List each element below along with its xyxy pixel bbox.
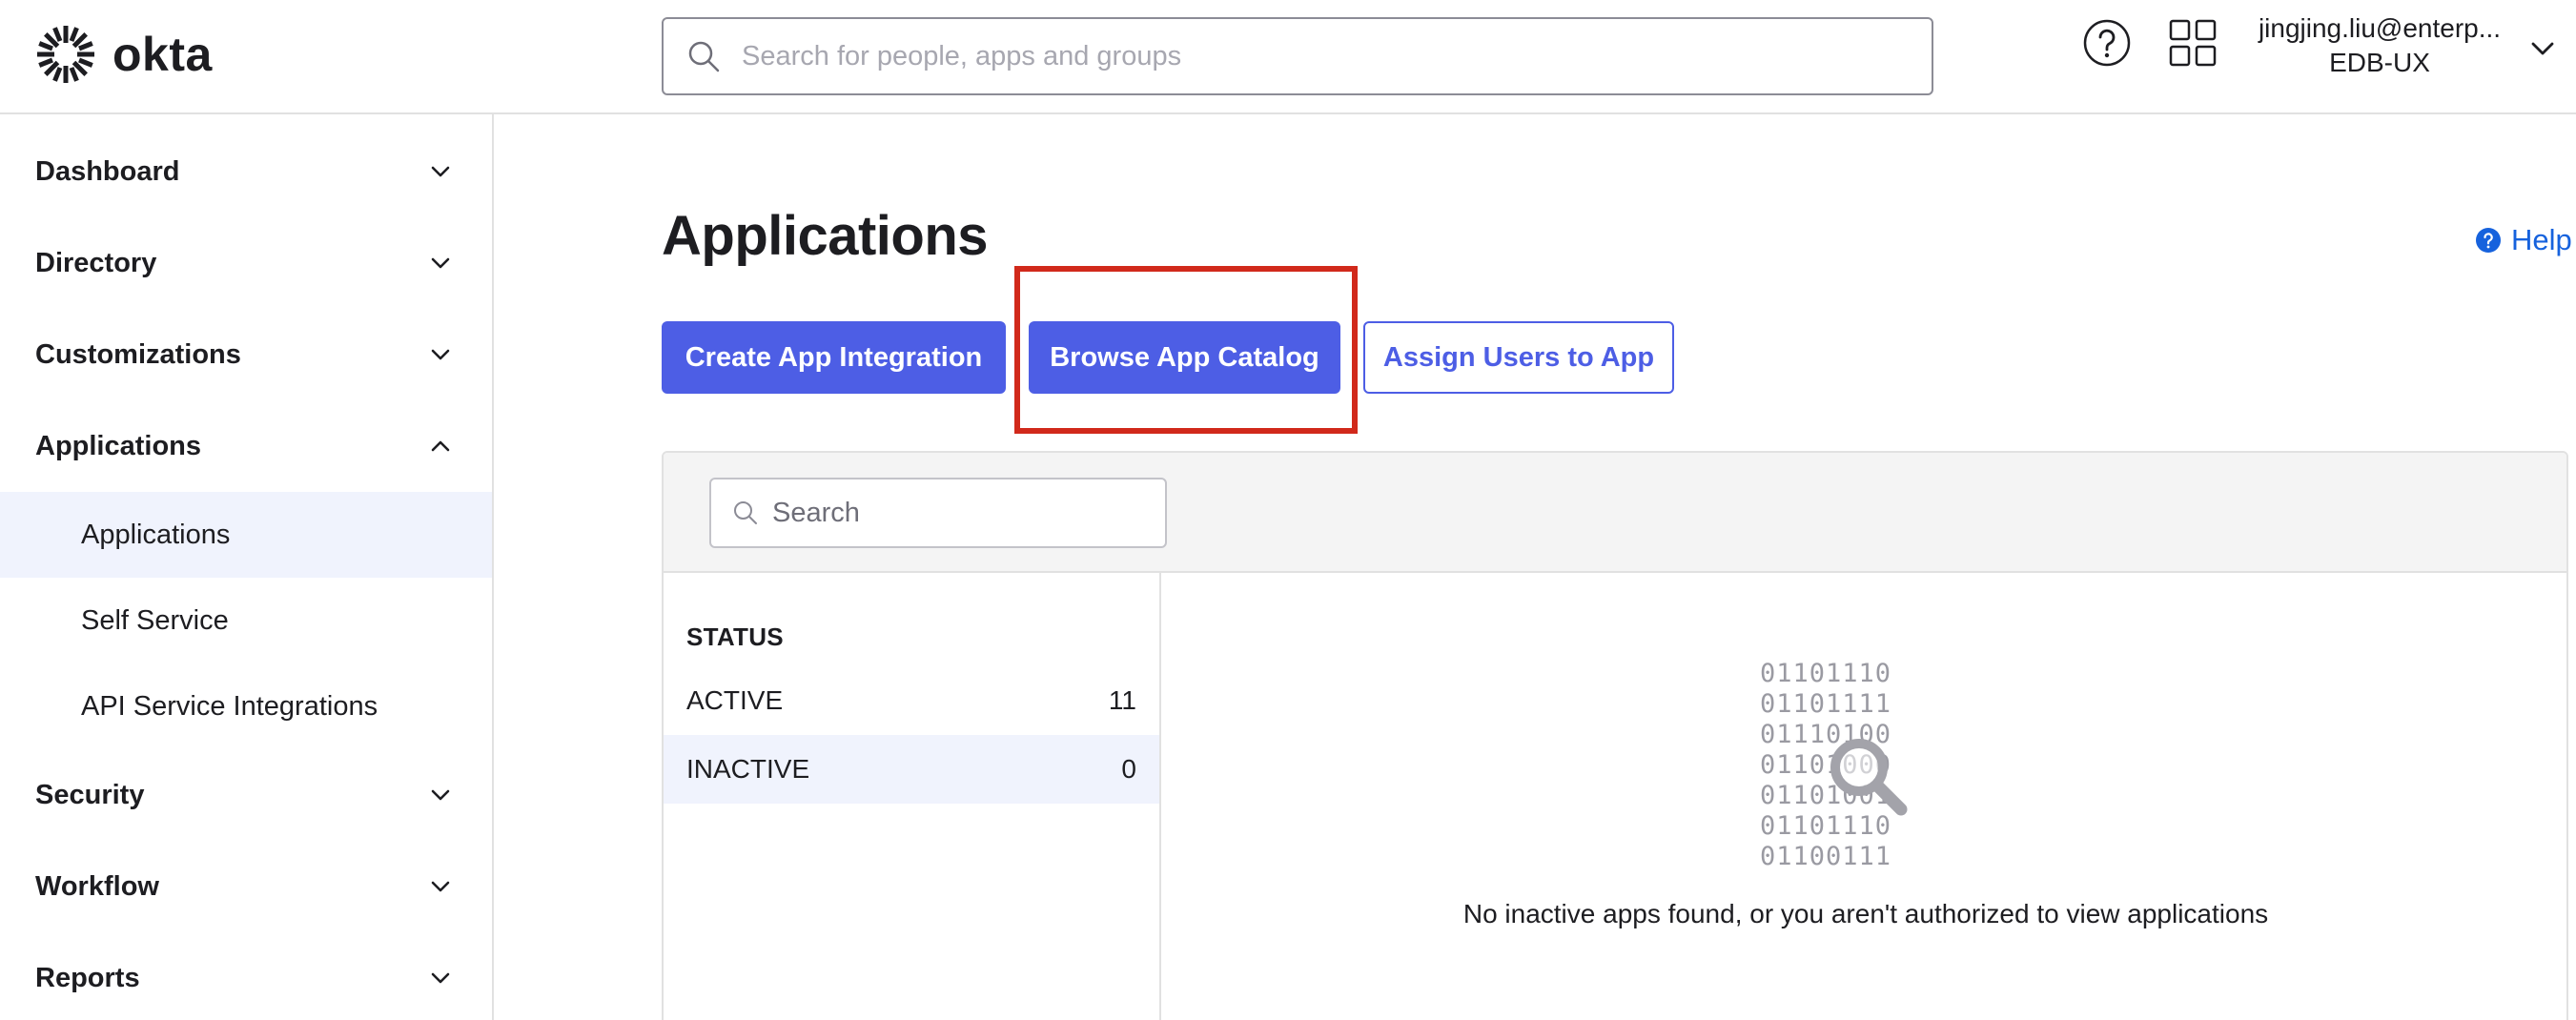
sidebar-section-reports[interactable]: Reports: [0, 940, 492, 1016]
status-label: INACTIVE: [686, 754, 810, 784]
help-circle-icon: [2476, 228, 2501, 253]
sidebar-section-customizations[interactable]: Customizations: [0, 316, 492, 393]
sidebar-section-directory[interactable]: Directory: [0, 225, 492, 301]
chevron-down-icon[interactable]: [2528, 34, 2557, 63]
sidebar-section-applications[interactable]: Applications: [0, 408, 492, 484]
applications-panel: STATUS ACTIVE 11 INACTIVE 0 01101110 011…: [662, 451, 2568, 1020]
chevron-down-icon: [431, 257, 450, 269]
sidebar-section-label: Security: [35, 779, 145, 810]
sidebar-item-api-service-integrations[interactable]: API Service Integrations: [0, 663, 492, 749]
binary-line: 01101111: [1760, 689, 1892, 719]
sidebar-section-dashboard[interactable]: Dashboard: [0, 133, 492, 210]
empty-state-message: No inactive apps found, or you aren't au…: [1462, 899, 2269, 928]
top-header: okta jingjing.liu@enterp... EDB-UX: [0, 0, 2576, 114]
chevron-down-icon: [431, 166, 450, 177]
sidebar-item-applications[interactable]: Applications: [0, 492, 492, 578]
app-search[interactable]: [709, 478, 1167, 548]
binary-line: 01100111: [1760, 842, 1892, 871]
app-search-input[interactable]: [772, 497, 1154, 529]
magnifier-icon: [1830, 739, 1908, 816]
chevron-up-icon: [431, 440, 450, 452]
okta-sunburst-icon: [37, 26, 94, 83]
user-org: EDB-UX: [2329, 48, 2430, 77]
status-filter-inactive[interactable]: INACTIVE 0: [664, 735, 1159, 804]
user-email: jingjing.liu@enterp...: [2258, 13, 2502, 43]
sidebar-section-security[interactable]: Security: [0, 757, 492, 833]
app-switcher-grid-icon[interactable]: [2168, 18, 2218, 68]
sidebar-section-label: Directory: [35, 247, 157, 278]
sidebar-section-label: Applications: [35, 430, 202, 461]
chevron-down-icon: [431, 881, 450, 892]
search-icon: [688, 41, 720, 72]
page-title: Applications: [662, 205, 989, 267]
global-search[interactable]: [662, 17, 1933, 95]
sidebar-section-label: Workflow: [35, 870, 159, 902]
status-filter: STATUS ACTIVE 11 INACTIVE 0: [664, 573, 1161, 1020]
sidebar-item-self-service[interactable]: Self Service: [0, 578, 492, 663]
sidebar-section-workflow[interactable]: Workflow: [0, 848, 492, 925]
chevron-down-icon: [431, 789, 450, 801]
sidebar-section-label: Reports: [35, 962, 140, 993]
help-link[interactable]: Help: [2475, 223, 2572, 257]
empty-state: 01101110 01101111 01110100 01101000 0110…: [1161, 573, 2566, 1020]
status-label: ACTIVE: [686, 685, 784, 715]
panel-toolbar: [664, 453, 2566, 573]
status-heading: STATUS: [686, 622, 784, 651]
create-app-integration-button[interactable]: Create App Integration: [662, 321, 1006, 394]
global-search-input[interactable]: [742, 40, 1886, 72]
okta-logo[interactable]: okta: [34, 23, 213, 86]
chevron-down-icon: [431, 349, 450, 360]
status-count: 11: [1108, 685, 1136, 715]
sidebar-section-label: Dashboard: [35, 155, 180, 187]
status-filter-active[interactable]: ACTIVE 11: [664, 666, 1159, 735]
assign-users-to-app-button[interactable]: Assign Users to App: [1363, 321, 1674, 394]
status-count: 0: [1121, 754, 1136, 784]
sidebar-section-label: Customizations: [35, 338, 241, 370]
help-icon[interactable]: [2082, 18, 2132, 68]
chevron-down-icon: [431, 972, 450, 984]
user-menu[interactable]: jingjing.liu@enterp... EDB-UX: [2246, 13, 2513, 78]
annotation-highlight-box: [1014, 266, 1358, 434]
binary-line: 01101110: [1760, 659, 1892, 688]
logo-text: okta: [112, 28, 213, 81]
sidebar-nav: Dashboard Directory Customizations Appli…: [0, 114, 494, 1020]
search-icon: [734, 501, 757, 524]
help-link-label: Help: [2511, 223, 2572, 256]
